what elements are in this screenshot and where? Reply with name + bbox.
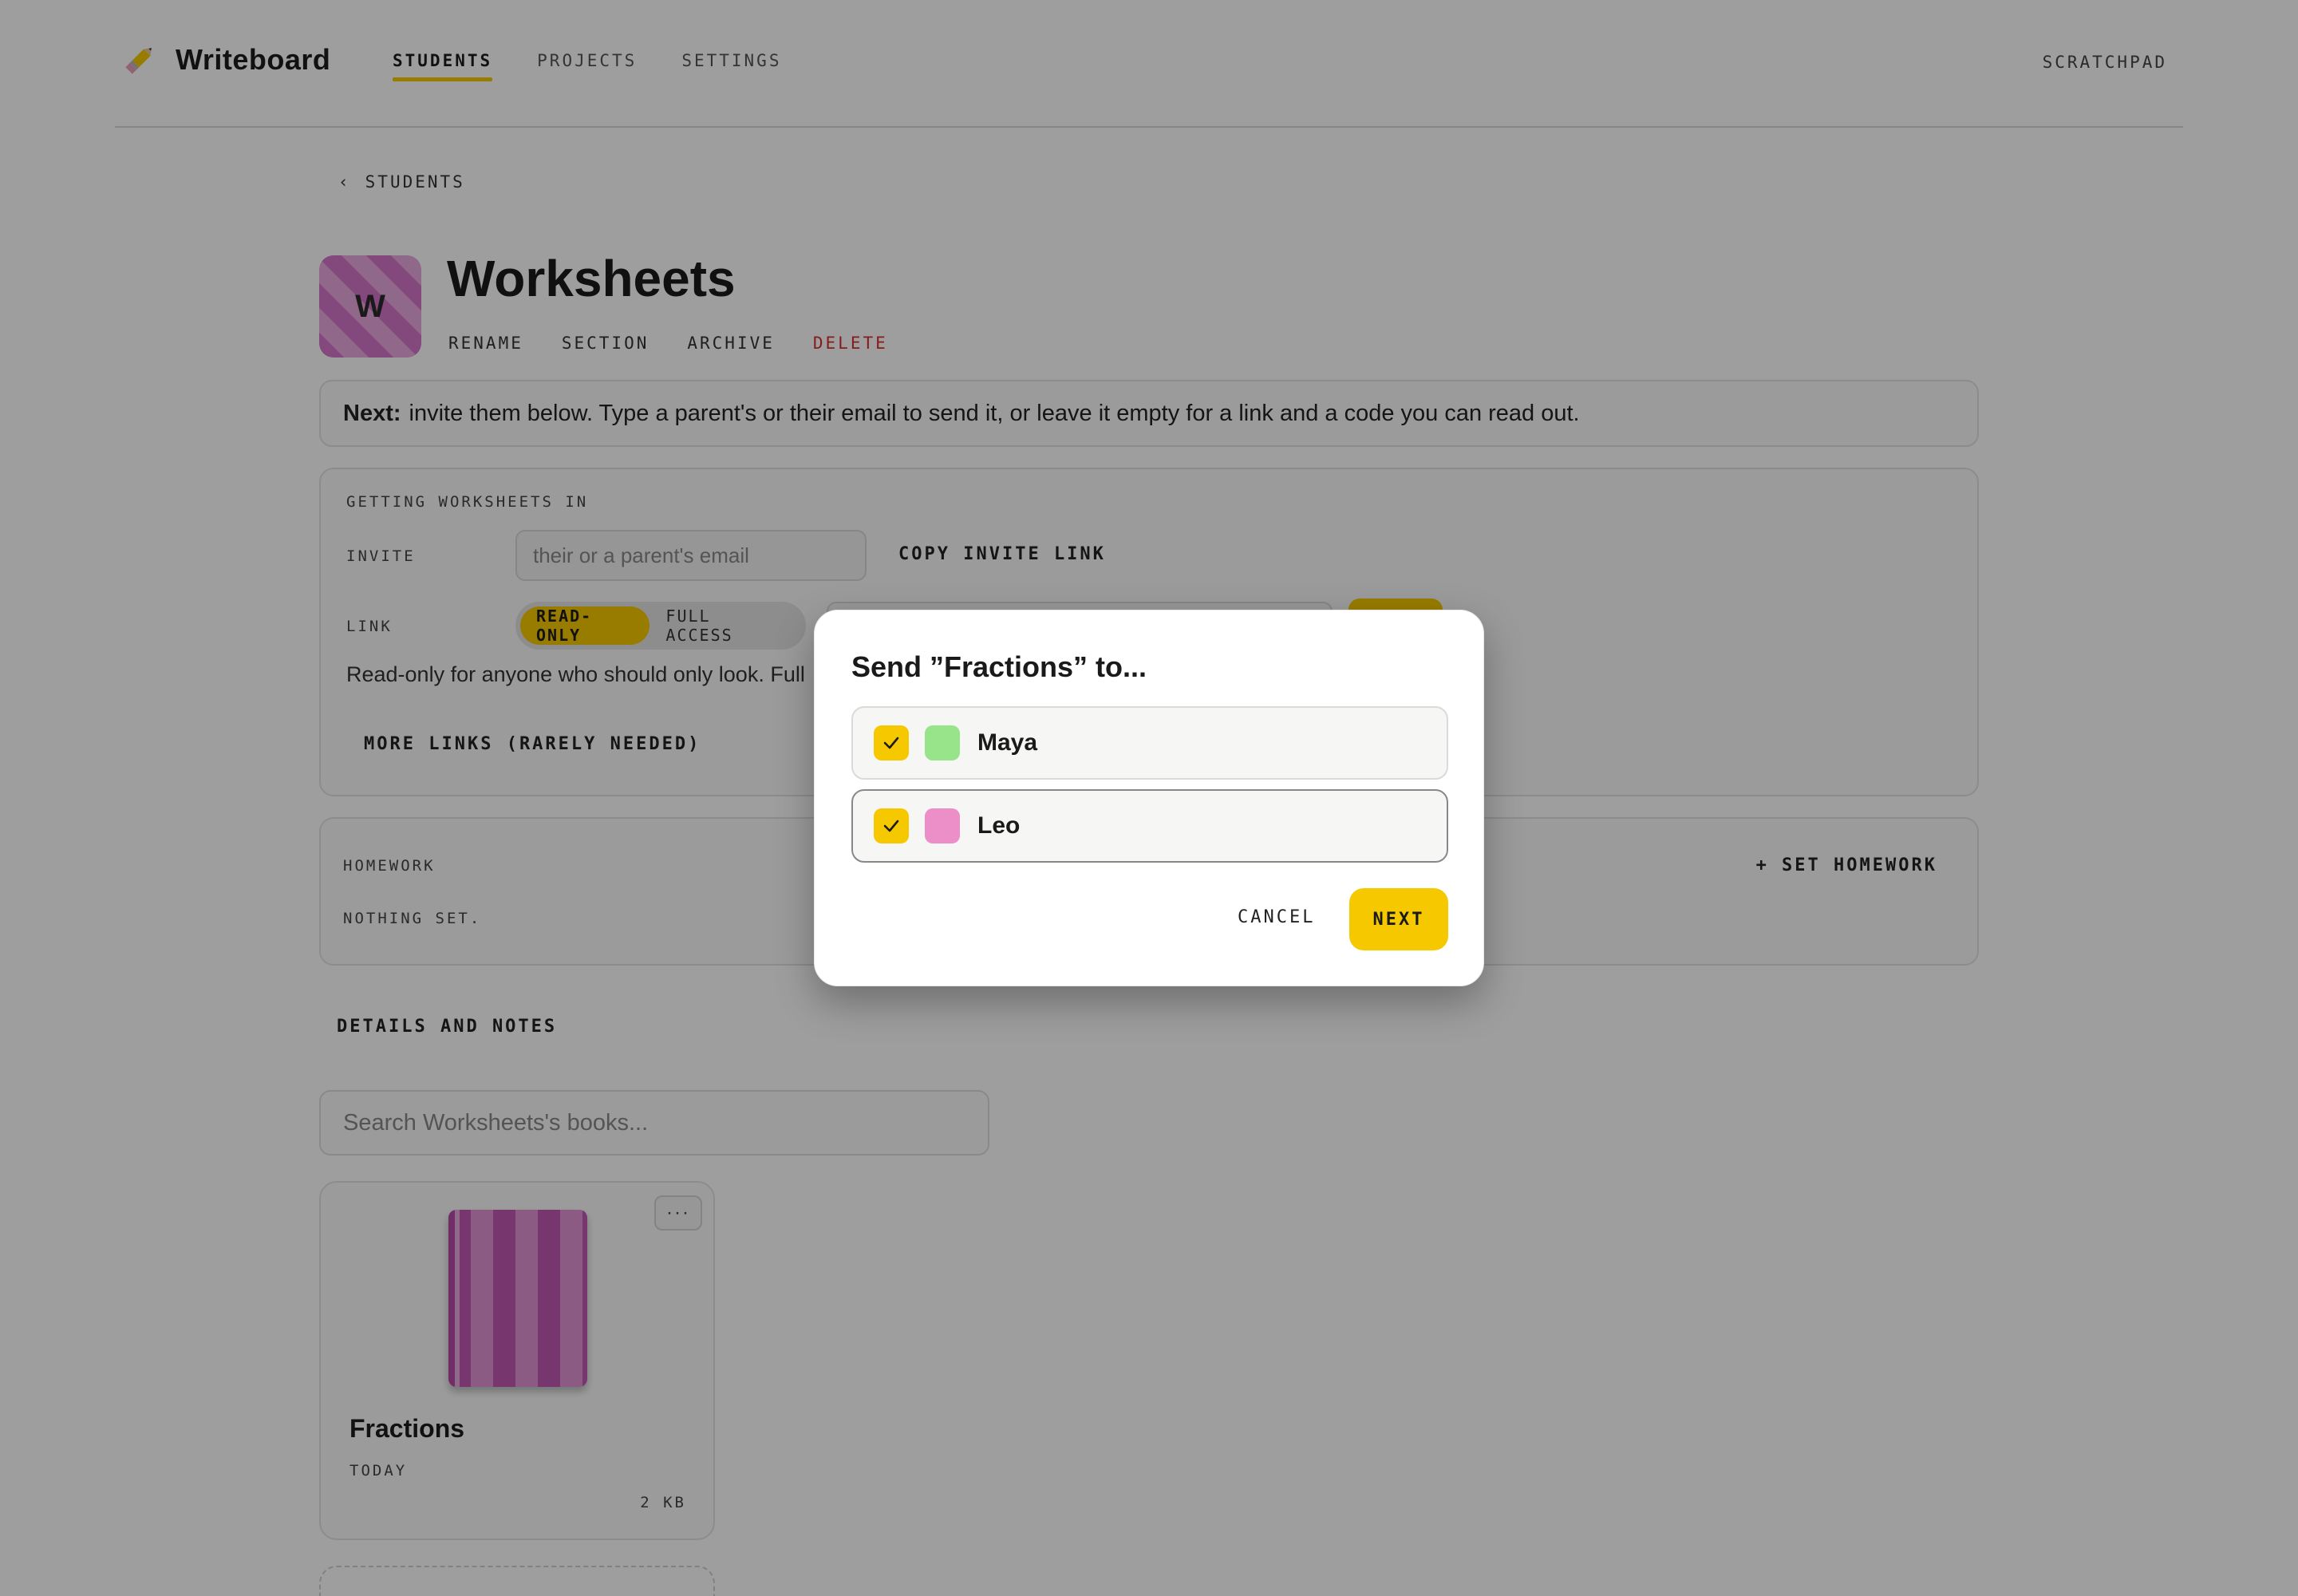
dialog-title: Send ”Fractions” to... — [851, 650, 1147, 683]
send-dialog: Send ”Fractions” to... Maya Leo CANCEL N… — [814, 610, 1484, 986]
cancel-button[interactable]: CANCEL — [1238, 907, 1315, 927]
recipient-name: Leo — [977, 812, 1021, 839]
recipient-leo[interactable]: Leo — [851, 789, 1448, 863]
recipient-maya[interactable]: Maya — [851, 706, 1448, 780]
checkbox-maya[interactable] — [874, 725, 909, 760]
check-icon — [883, 820, 899, 832]
next-button[interactable]: NEXT — [1349, 888, 1448, 950]
recipient-name: Maya — [977, 729, 1038, 756]
color-swatch-leo — [925, 808, 960, 843]
color-swatch-maya — [925, 725, 960, 760]
check-icon — [883, 737, 899, 749]
checkbox-leo[interactable] — [874, 808, 909, 843]
